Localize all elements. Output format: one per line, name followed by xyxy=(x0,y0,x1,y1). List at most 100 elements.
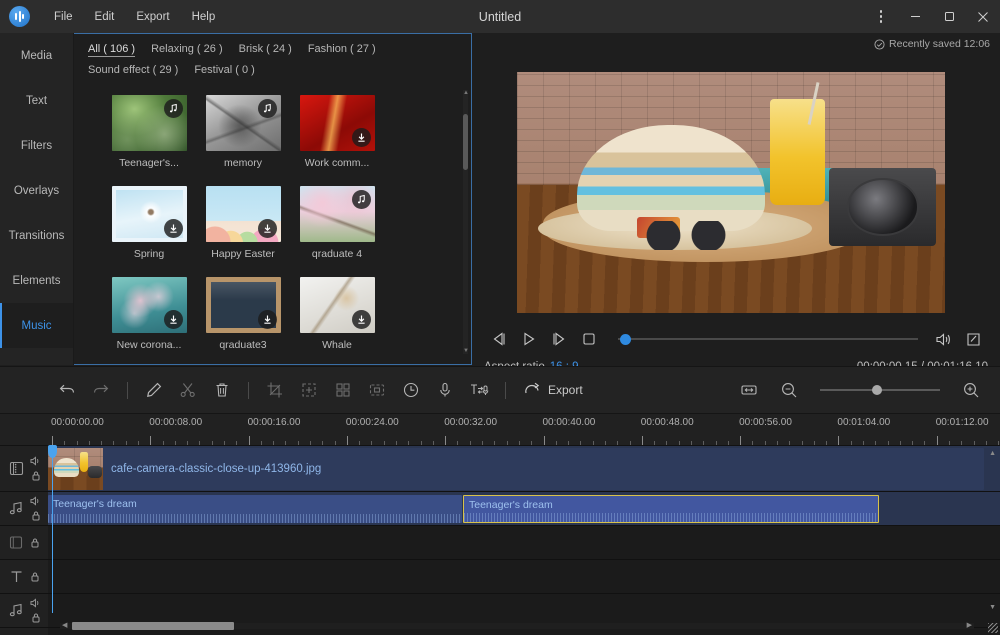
track-lock-icon[interactable] xyxy=(30,537,40,548)
track-mute-icon[interactable] xyxy=(30,598,41,608)
timeline-horizontal-scrollbar[interactable]: ◀ ▶ xyxy=(48,620,986,631)
zoom-in-icon[interactable] xyxy=(954,373,988,407)
sidebar-item-media[interactable]: Media xyxy=(0,33,73,78)
text-to-speech-icon[interactable] xyxy=(462,373,496,407)
timeline-scroll-thumb[interactable] xyxy=(72,622,234,630)
track-mute-icon[interactable] xyxy=(30,496,41,506)
ruler-tick-minor xyxy=(138,441,139,445)
resize-grip[interactable] xyxy=(988,623,998,633)
menu-file[interactable]: File xyxy=(44,7,83,27)
category-tab-festival[interactable]: Festival ( 0 ) xyxy=(194,64,255,76)
clock-icon[interactable] xyxy=(394,373,428,407)
scroll-up-arrow-icon[interactable]: ▲ xyxy=(463,90,468,96)
track-lock-icon[interactable] xyxy=(31,510,41,521)
category-tab-sound-effect[interactable]: Sound effect ( 29 ) xyxy=(88,64,178,76)
track-body-text[interactable] xyxy=(48,560,1000,593)
category-tab-brisk[interactable]: Brisk ( 24 ) xyxy=(239,43,292,57)
maximize-icon[interactable] xyxy=(932,0,966,33)
ruler-tick-minor xyxy=(912,441,913,445)
video-clip[interactable]: cafe-camera-classic-close-up-413960.jpg xyxy=(48,448,984,490)
close-icon[interactable] xyxy=(966,0,1000,33)
download-icon[interactable] xyxy=(164,219,183,238)
menu-edit[interactable]: Edit xyxy=(85,7,125,27)
menu-help[interactable]: Help xyxy=(182,7,226,27)
step-back-icon[interactable] xyxy=(484,326,514,352)
timeline-track-text[interactable] xyxy=(0,560,1000,594)
zoom-slider-knob[interactable] xyxy=(872,385,882,395)
download-icon[interactable] xyxy=(164,310,183,329)
ruler-tick-minor xyxy=(568,441,569,445)
zoom-out-icon[interactable] xyxy=(772,373,806,407)
audio-clip-2[interactable]: Teenager's dream xyxy=(463,495,879,523)
fit-timeline-icon[interactable] xyxy=(732,373,766,407)
grid-icon[interactable] xyxy=(326,373,360,407)
playhead[interactable] xyxy=(52,446,53,613)
audio-clip-1[interactable]: Teenager's dream xyxy=(48,495,462,523)
track-body-overlay[interactable] xyxy=(48,526,1000,559)
music-tile[interactable]: qraduate3 xyxy=(196,277,290,351)
download-icon[interactable] xyxy=(352,310,371,329)
scroll-down-arrow-icon[interactable]: ▼ xyxy=(463,348,468,354)
timeline-scroll-up-icon[interactable]: ▲ xyxy=(989,450,996,457)
category-tab-fashion[interactable]: Fashion ( 27 ) xyxy=(308,43,376,57)
music-tile[interactable]: Teenager's... xyxy=(102,95,196,169)
download-icon[interactable] xyxy=(258,310,277,329)
music-tile[interactable]: Work comm... xyxy=(290,95,384,169)
step-forward-icon[interactable] xyxy=(544,326,574,352)
volume-icon[interactable] xyxy=(928,326,958,352)
category-tab-all[interactable]: All ( 106 ) xyxy=(88,43,135,57)
trash-icon[interactable] xyxy=(205,373,239,407)
scroll-right-arrow-icon[interactable]: ▶ xyxy=(967,621,972,629)
timeline-track-overlay[interactable] xyxy=(0,526,1000,560)
music-note-icon[interactable] xyxy=(352,190,371,209)
timeline-ruler[interactable]: 00:00:00.0000:00:08.0000:00:16.0000:00:2… xyxy=(0,414,1000,446)
download-icon[interactable] xyxy=(352,128,371,147)
more-options-icon[interactable] xyxy=(864,0,898,33)
redo-icon[interactable] xyxy=(84,373,118,407)
category-tab-relaxing[interactable]: Relaxing ( 26 ) xyxy=(151,43,223,57)
music-tile[interactable]: memory xyxy=(196,95,290,169)
playback-slider-knob[interactable] xyxy=(620,334,631,345)
crop-icon[interactable] xyxy=(258,373,292,407)
playback-slider[interactable] xyxy=(618,331,918,347)
play-icon[interactable] xyxy=(514,326,544,352)
music-tile[interactable]: Happy Easter xyxy=(196,186,290,260)
scroll-left-arrow-icon[interactable]: ◀ xyxy=(62,621,67,629)
music-tile[interactable]: Spring xyxy=(102,186,196,260)
export-button[interactable]: Export xyxy=(515,374,591,406)
sidebar-item-overlays[interactable]: Overlays xyxy=(0,168,73,213)
fullscreen-icon[interactable] xyxy=(958,326,988,352)
track-lock-icon[interactable] xyxy=(31,470,41,481)
music-note-icon[interactable] xyxy=(164,99,183,118)
music-note-icon[interactable] xyxy=(258,99,277,118)
video-preview[interactable] xyxy=(517,72,945,313)
pencil-icon[interactable] xyxy=(137,373,171,407)
music-panel-scrollbar[interactable]: ▲ ▼ xyxy=(463,90,468,354)
timeline-track-video[interactable]: cafe-camera-classic-close-up-413960.jpg xyxy=(0,446,1000,492)
undo-icon[interactable] xyxy=(50,373,84,407)
sidebar-item-elements[interactable]: Elements xyxy=(0,258,73,303)
music-tile[interactable]: Whale xyxy=(290,277,384,351)
sidebar-item-transitions[interactable]: Transitions xyxy=(0,213,73,258)
track-lock-icon[interactable] xyxy=(30,571,40,582)
minimize-icon[interactable] xyxy=(898,0,932,33)
download-icon[interactable] xyxy=(258,219,277,238)
pip-icon[interactable] xyxy=(360,373,394,407)
add-frame-icon[interactable] xyxy=(292,373,326,407)
microphone-icon[interactable] xyxy=(428,373,462,407)
sidebar-item-filters[interactable]: Filters xyxy=(0,123,73,168)
music-tile[interactable]: qraduate 4 xyxy=(290,186,384,260)
timeline-scroll-down-icon[interactable]: ▼ xyxy=(989,604,996,611)
scissors-icon[interactable] xyxy=(171,373,205,407)
zoom-slider[interactable] xyxy=(820,382,940,398)
track-body-audio-1[interactable]: Teenager's dream Teenager's dream xyxy=(48,492,1000,525)
track-body-video[interactable]: cafe-camera-classic-close-up-413960.jpg xyxy=(48,446,1000,491)
timeline-track-audio-1[interactable]: Teenager's dream Teenager's dream xyxy=(0,492,1000,526)
music-tile[interactable]: New corona... xyxy=(102,277,196,351)
sidebar-item-music[interactable]: Music xyxy=(0,303,73,348)
menu-export[interactable]: Export xyxy=(126,7,179,27)
track-lock-icon[interactable] xyxy=(31,612,41,623)
stop-icon[interactable] xyxy=(574,326,604,352)
sidebar-item-text[interactable]: Text xyxy=(0,78,73,123)
track-mute-icon[interactable] xyxy=(30,456,41,466)
